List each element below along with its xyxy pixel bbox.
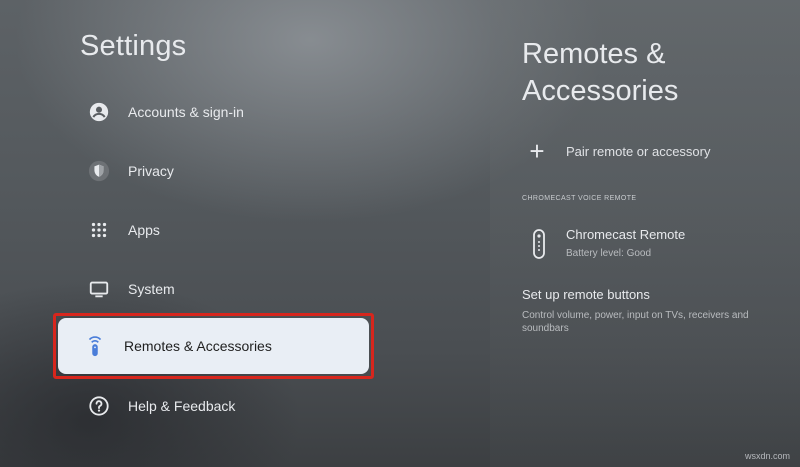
setup-remote-buttons-description: Control volume, power, input on TVs, rec… [522,310,749,334]
settings-menu-pane: Settings Accounts & sign-in Privacy Apps [0,0,430,467]
menu-item-label: Remotes & Accessories [124,338,272,354]
device-battery-status: Battery level: Good [566,248,652,259]
pair-remote-label: Pair remote or accessory [566,143,711,159]
account-icon [86,99,112,125]
remote-icon [522,227,556,259]
setup-remote-buttons[interactable]: Set up remote buttons [522,287,650,302]
menu-item-remotes-accessories[interactable]: Remotes & Accessories [58,318,369,374]
help-icon [86,393,112,419]
device-name: Chromecast Remote [566,227,686,242]
tv-icon [86,276,112,302]
section-header: CHROMECAST VOICE REMOTE [522,195,637,202]
menu-item-label: Apps [128,222,160,238]
device-chromecast-remote[interactable]: Chromecast Remote Battery level: Good [522,227,685,259]
menu-item-system[interactable]: System [62,264,362,314]
pair-remote-button[interactable]: + Pair remote or accessory [522,136,711,166]
menu-item-label: Accounts & sign-in [128,104,244,120]
menu-item-label: Help & Feedback [128,398,236,414]
menu-item-apps[interactable]: Apps [62,205,362,255]
apps-grid-icon [86,217,112,243]
menu-item-privacy[interactable]: Privacy [62,146,362,196]
menu-item-label: System [128,281,175,297]
settings-title: Settings [80,30,187,62]
panel-title: Remotes & Accessories [522,38,679,107]
menu-item-accounts[interactable]: Accounts & sign-in [62,87,362,137]
plus-icon: + [529,136,545,166]
menu-item-label: Privacy [128,163,174,179]
shield-icon [86,158,112,184]
watermark: wsxdn.com [744,451,790,461]
menu-item-help-feedback[interactable]: Help & Feedback [62,381,362,431]
remote-icon [82,333,108,359]
